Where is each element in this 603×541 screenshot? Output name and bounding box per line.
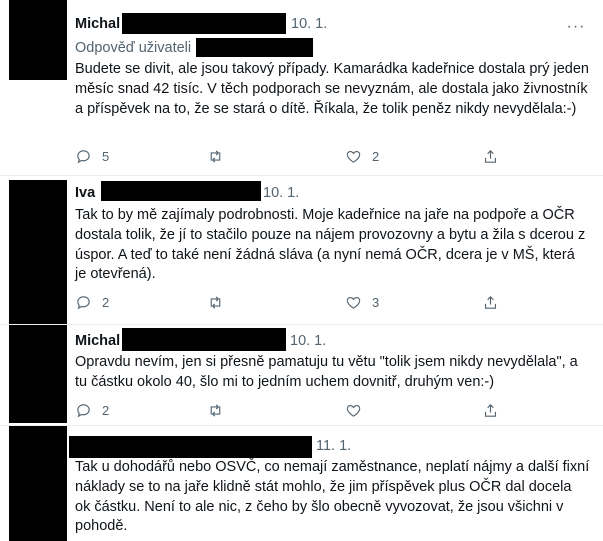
retweet-icon [210,403,221,417]
retweet-button[interactable] [207,292,224,312]
author-name[interactable]: Iva [75,185,95,201]
tweet-4[interactable]: 11. 1. Tak u dohodářů nebo OSVČ, co nema… [0,426,603,541]
tweet-text: Tak to by mě zajímaly podrobnosti. Moje … [75,207,586,283]
heart-icon [346,150,361,163]
more-options-icon[interactable]: ··· [566,19,586,35]
reply-count: 2 [102,402,110,418]
retweet-button[interactable] [207,400,224,420]
avatar[interactable] [9,180,67,327]
avatar[interactable] [9,0,67,80]
share-button[interactable] [482,400,499,420]
like-count: 2 [372,148,380,164]
like-count: 3 [372,294,380,310]
tweet-text: Tak u dohodářů nebo OSVČ, co nemají zamě… [75,459,590,535]
retweet-icon [210,295,221,309]
tweet-date[interactable]: 11. 1. [316,438,351,454]
tweet-3[interactable]: Michal 10. 1. Opravdu nevím, jen si přes… [0,325,603,425]
avatar[interactable] [9,426,67,541]
like-button[interactable]: 2 [345,146,379,166]
like-button[interactable]: 3 [345,292,379,312]
reply-icon [77,295,90,309]
reply-button[interactable]: 2 [75,292,109,312]
tweet-text: Budete se divit, ale jsou takový případy… [75,61,589,117]
share-icon [484,403,497,417]
replying-to-label: Odpověď uživateli [75,40,192,56]
tweet-actions: 2 3 [75,292,515,312]
reply-count: 5 [102,148,110,164]
share-icon [484,295,497,309]
reply-icon [77,149,90,163]
tweet-2[interactable]: Iva 10. 1. Tak to by mě zajímaly podrobn… [0,176,603,327]
avatar[interactable] [9,325,67,423]
redacted-handle [101,181,261,201]
tweet-actions: 5 2 [75,146,515,166]
reply-icon [77,403,90,417]
tweet-date[interactable]: 10. 1. [291,16,327,32]
share-button[interactable] [482,292,499,312]
redacted-author [69,436,312,458]
tweet-actions: 2 [75,400,515,420]
retweet-button[interactable] [207,146,224,166]
heart-icon [346,404,361,417]
redacted-reply-handle [196,38,313,57]
tweet-text: Opravdu nevím, jen si přesně pamatuju tu… [75,354,578,390]
tweet-date[interactable]: 10. 1. [290,333,326,349]
tweet-1[interactable]: Michal 10. 1. ··· Odpověď uživateli Bude… [0,0,603,175]
share-icon [484,149,497,163]
retweet-icon [210,149,221,163]
like-button[interactable] [345,400,362,420]
redacted-handle [122,13,286,34]
reply-button[interactable]: 2 [75,400,109,420]
reply-button[interactable]: 5 [75,146,109,166]
tweet-date[interactable]: 10. 1. [263,185,299,201]
reply-count: 2 [102,294,110,310]
author-name[interactable]: Michal [75,16,120,32]
heart-icon [346,296,361,309]
share-button[interactable] [482,146,499,166]
redacted-handle [122,328,286,351]
author-name[interactable]: Michal [75,333,120,349]
